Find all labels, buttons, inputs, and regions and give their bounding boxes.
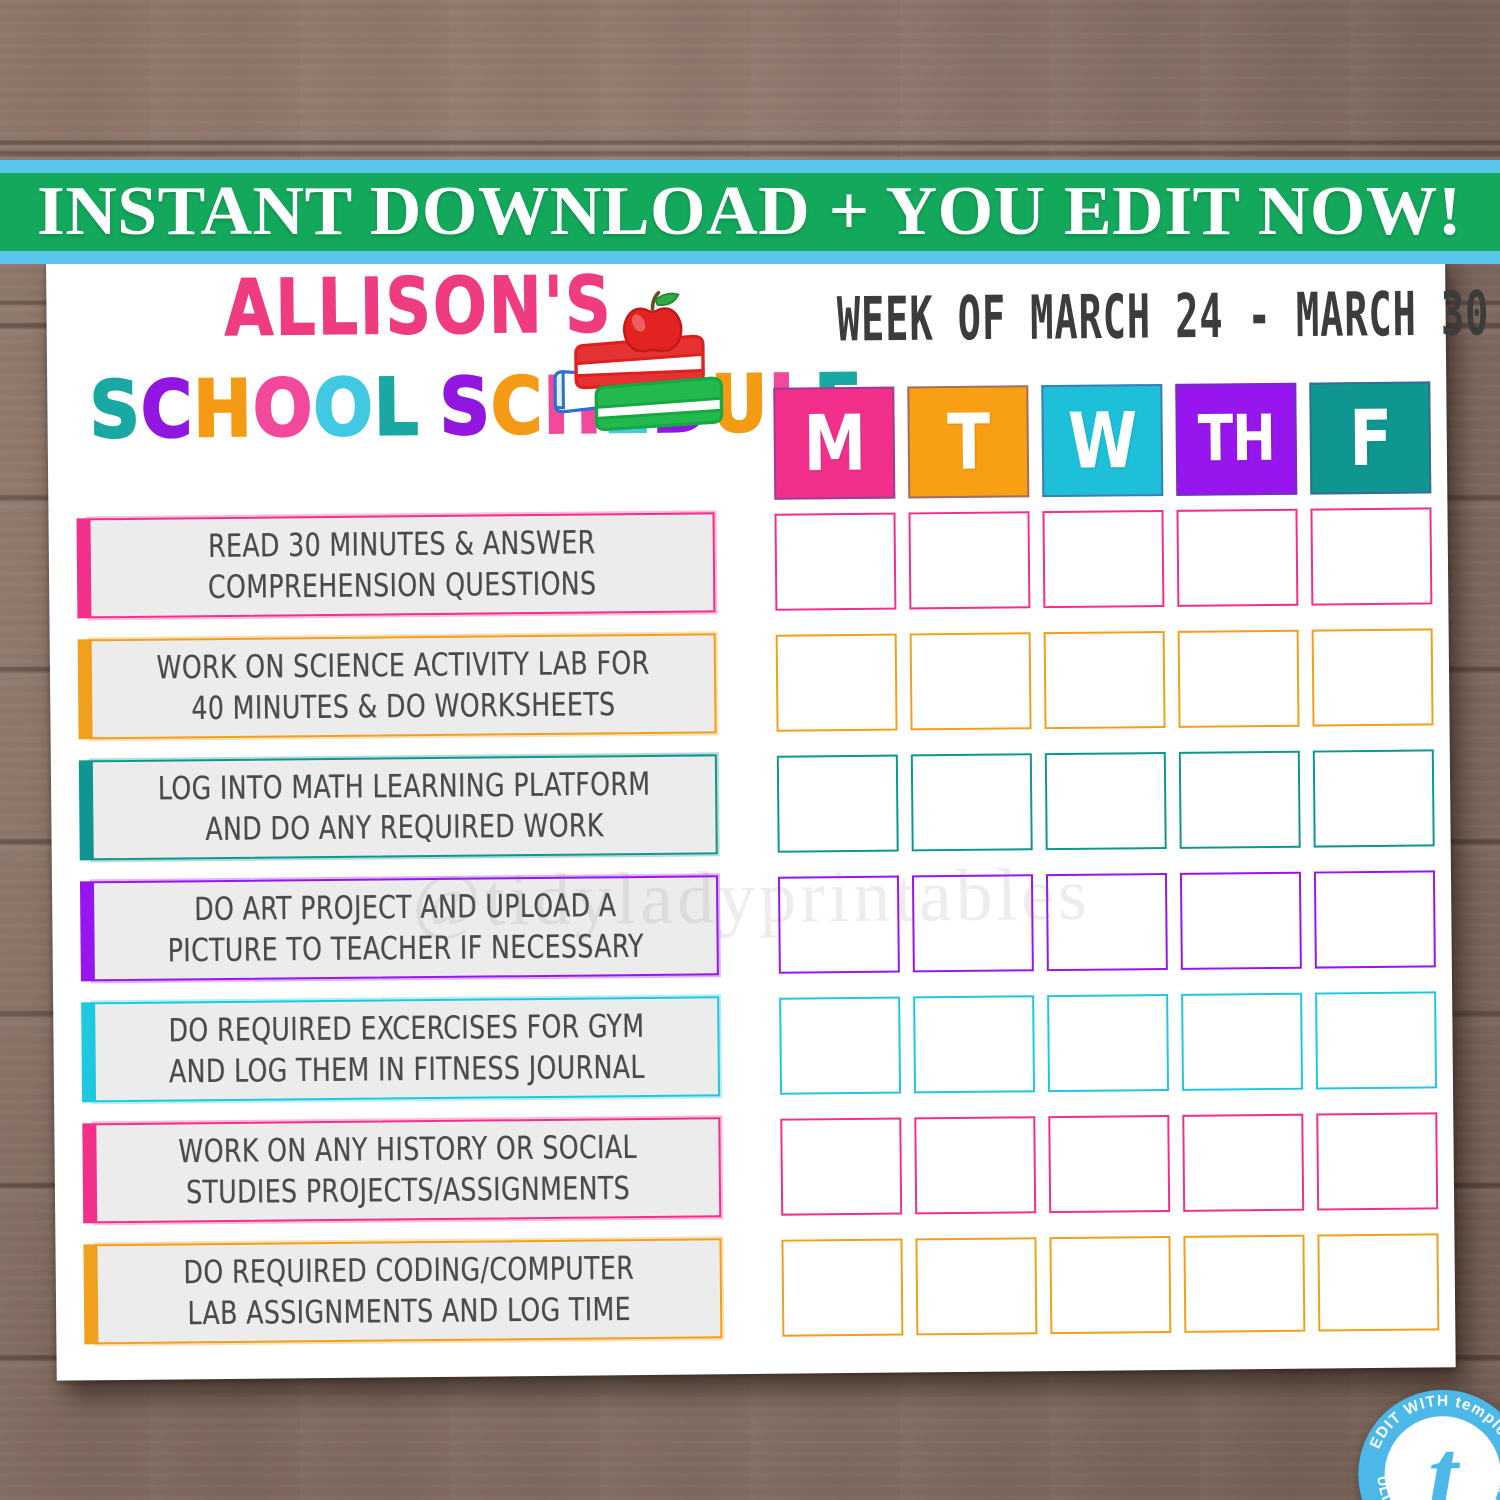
- checkbox-group: [781, 1233, 1440, 1337]
- checkbox-cell[interactable]: [1048, 1114, 1171, 1214]
- task-text: READ 30 MINUTES & ANSWER COMPREHENSION Q…: [207, 523, 597, 606]
- checkbox-cell[interactable]: [1181, 992, 1304, 1091]
- task-label-card: READ 30 MINUTES & ANSWER COMPREHENSION Q…: [76, 510, 718, 621]
- day-header-label: F: [1348, 393, 1392, 483]
- task-row: READ 30 MINUTES & ANSWER COMPREHENSION Q…: [48, 505, 1448, 639]
- checkbox-cell[interactable]: [1176, 508, 1299, 607]
- task-label-card: WORK ON ANY HISTORY OR SOCIAL STUDIES PR…: [82, 1115, 724, 1226]
- day-header-label: W: [1067, 395, 1137, 486]
- task-text: WORK ON SCIENCE ACTIVITY LAB FOR 40 MINU…: [156, 644, 650, 728]
- task-label-card: LOG INTO MATH LEARNING PLATFORM AND DO A…: [78, 752, 720, 863]
- checkbox-cell[interactable]: [1044, 751, 1167, 851]
- title-letter: S: [88, 363, 142, 457]
- day-header-label: TH: [1197, 402, 1276, 477]
- task-row: DO REQUIRED EXCERCISES FOR GYM AND LOG T…: [53, 989, 1453, 1123]
- task-label-card: WORK ON SCIENCE ACTIVITY LAB FOR 40 MINU…: [77, 631, 719, 742]
- checkbox-cell[interactable]: [913, 995, 1036, 1094]
- title-letter: O: [251, 361, 315, 456]
- templett-badge: EDIT WITH templett FULLY EDITABLE TEMPLA…: [1354, 1386, 1500, 1500]
- sheet-header: ALLISON'S SCHOOLSCHEDULE WEEK OF MARCH 2…: [46, 259, 1490, 506]
- day-header-row: M T W TH F: [773, 381, 1454, 500]
- checkbox-cell[interactable]: [1311, 628, 1434, 727]
- checkbox-cell[interactable]: [1183, 1234, 1306, 1333]
- checkbox-cell[interactable]: [1312, 749, 1435, 848]
- task-label-card: DO REQUIRED CODING/COMPUTER LAB ASSIGNME…: [83, 1236, 725, 1347]
- checkbox-cell[interactable]: [777, 875, 900, 974]
- task-label-card: DO ART PROJECT AND UPLOAD A PICTURE TO T…: [79, 873, 721, 984]
- day-header-label: M: [803, 398, 866, 488]
- banner-text: INSTANT DOWNLOAD + YOU EDIT NOW!: [37, 173, 1463, 250]
- task-row: LOG INTO MATH LEARNING PLATFORM AND DO A…: [51, 747, 1451, 881]
- checkbox-group: [775, 628, 1434, 732]
- task-rows: READ 30 MINUTES & ANSWER COMPREHENSION Q…: [48, 505, 1455, 1365]
- checkbox-cell[interactable]: [1042, 509, 1165, 609]
- day-header-m: M: [773, 386, 896, 500]
- checkbox-group: [777, 870, 1436, 974]
- checkbox-cell[interactable]: [1182, 1113, 1305, 1212]
- title-letter: C: [139, 362, 194, 456]
- checkbox-cell[interactable]: [1310, 507, 1433, 606]
- task-text: LOG INTO MATH LEARNING PLATFORM AND DO A…: [157, 765, 651, 848]
- task-row: DO REQUIRED CODING/COMPUTER LAB ASSIGNME…: [55, 1231, 1455, 1365]
- checkbox-cell[interactable]: [1043, 630, 1166, 730]
- checkbox-cell[interactable]: [1049, 1235, 1172, 1335]
- checkbox-cell[interactable]: [1315, 991, 1438, 1090]
- checkbox-group: [776, 749, 1435, 853]
- checkbox-group: [779, 991, 1438, 1095]
- day-header-label: T: [946, 397, 990, 487]
- checkbox-cell[interactable]: [908, 511, 1031, 610]
- task-text: WORK ON ANY HISTORY OR SOCIAL STUDIES PR…: [178, 1128, 637, 1212]
- badge-center-letter: t: [1427, 1417, 1461, 1500]
- checkbox-group: [780, 1112, 1439, 1216]
- title-letter: O: [312, 360, 376, 455]
- title-letter: H: [192, 361, 255, 456]
- task-label-card: DO REQUIRED EXCERCISES FOR GYM AND LOG T…: [81, 994, 723, 1105]
- checkbox-cell[interactable]: [915, 1237, 1038, 1336]
- checkbox-cell[interactable]: [774, 512, 897, 611]
- task-row: DO ART PROJECT AND UPLOAD A PICTURE TO T…: [52, 868, 1452, 1002]
- promo-banner: INSTANT DOWNLOAD + YOU EDIT NOW!: [0, 160, 1500, 264]
- week-range-label: WEEK OF MARCH 24 - MARCH 30: [836, 277, 1490, 356]
- day-header-w: W: [1041, 384, 1164, 498]
- checkbox-cell[interactable]: [1178, 750, 1301, 849]
- banner-top-rule: [0, 160, 1500, 173]
- checkbox-cell[interactable]: [775, 633, 898, 732]
- checkbox-cell[interactable]: [1316, 1112, 1439, 1211]
- checkbox-group: [774, 507, 1433, 611]
- checkbox-cell[interactable]: [911, 874, 1034, 973]
- task-text: DO REQUIRED CODING/COMPUTER LAB ASSIGNME…: [183, 1249, 635, 1333]
- checkbox-cell[interactable]: [1179, 871, 1302, 970]
- checkbox-cell[interactable]: [914, 1116, 1037, 1215]
- day-header-th: TH: [1175, 382, 1298, 496]
- banner-bottom-rule: [0, 251, 1500, 264]
- title-letter: S: [438, 359, 492, 453]
- task-text: DO REQUIRED EXCERCISES FOR GYM AND LOG T…: [168, 1007, 645, 1091]
- checkbox-cell[interactable]: [1177, 629, 1300, 728]
- checkbox-cell[interactable]: [776, 754, 899, 853]
- checkbox-cell[interactable]: [1317, 1233, 1440, 1332]
- day-header-f: F: [1309, 381, 1432, 495]
- checkbox-cell[interactable]: [909, 632, 1032, 731]
- task-text: DO ART PROJECT AND UPLOAD A PICTURE TO T…: [167, 886, 644, 970]
- title-letter: C: [489, 359, 544, 453]
- books-and-apple-icon: [553, 291, 724, 432]
- checkbox-cell[interactable]: [910, 753, 1033, 852]
- checkbox-cell[interactable]: [781, 1238, 904, 1337]
- checkbox-cell[interactable]: [780, 1117, 903, 1216]
- day-header-t: T: [907, 385, 1030, 499]
- title-letter: L: [372, 360, 421, 454]
- checkbox-cell[interactable]: [1047, 993, 1170, 1093]
- checkbox-cell[interactable]: [1045, 872, 1168, 972]
- task-row: WORK ON SCIENCE ACTIVITY LAB FOR 40 MINU…: [50, 626, 1450, 760]
- checkbox-cell[interactable]: [779, 996, 902, 1095]
- printable-schedule-sheet: ALLISON'S SCHOOLSCHEDULE WEEK OF MARCH 2…: [46, 249, 1500, 1500]
- task-row: WORK ON ANY HISTORY OR SOCIAL STUDIES PR…: [54, 1110, 1454, 1244]
- banner-body: INSTANT DOWNLOAD + YOU EDIT NOW!: [0, 173, 1500, 251]
- checkbox-cell[interactable]: [1313, 870, 1436, 969]
